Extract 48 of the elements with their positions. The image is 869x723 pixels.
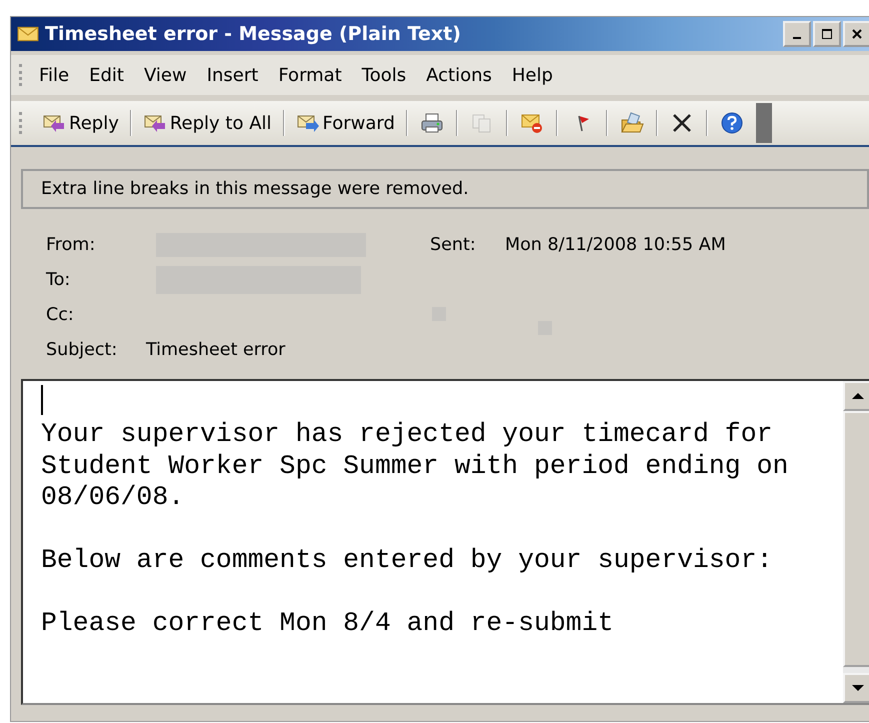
maximize-button[interactable] bbox=[813, 21, 841, 47]
sent-date: Mon 8/11/2008 10:55 AM bbox=[505, 234, 726, 254]
reply-button[interactable]: Reply bbox=[39, 112, 122, 134]
message-body[interactable]: Your supervisor has rejected your timecard for Student Worker Spc Summer with period ending on 08/06/08. Below are comments entered by your supervisor: Please correct Mon 8/4 and re-submit bbox=[21, 379, 869, 705]
grip-handle[interactable] bbox=[19, 112, 25, 134]
info-bar-text: Extra line breaks in this message were removed. bbox=[41, 179, 469, 199]
menu-item[interactable]: Tools bbox=[358, 64, 422, 86]
close-icon bbox=[850, 27, 864, 41]
envelope-arrow-left-icon bbox=[142, 113, 167, 133]
menu-item[interactable]: View bbox=[140, 64, 203, 86]
help-icon bbox=[720, 112, 744, 134]
menu-item[interactable]: Help bbox=[508, 64, 569, 86]
menu-item[interactable]: File bbox=[35, 64, 86, 86]
body-text-line: Student Worker Spc Summer with period ending on bbox=[41, 450, 790, 482]
body-text-line: 08/06/08. bbox=[41, 482, 186, 514]
minimize-button[interactable] bbox=[783, 21, 811, 47]
to-label: To: bbox=[46, 270, 72, 290]
envelope-arrow-left-icon bbox=[42, 113, 66, 133]
scroll-thumb[interactable] bbox=[843, 411, 869, 667]
close-button[interactable] bbox=[843, 21, 869, 47]
envelope-minus-icon bbox=[520, 112, 544, 134]
body-text-line: Your supervisor has rejected your timecard for bbox=[41, 419, 774, 450]
grip-handle[interactable] bbox=[19, 64, 25, 86]
minimize-icon bbox=[793, 37, 801, 39]
menu-item[interactable]: Insert bbox=[202, 64, 274, 86]
envelope-arrow-right-icon bbox=[296, 113, 320, 133]
cc-label: Cc: bbox=[46, 304, 75, 324]
up-arrow-icon bbox=[851, 392, 865, 400]
scroll-down-button[interactable] bbox=[843, 673, 869, 703]
body-text-line: Please correct Mon 8/4 and re-submit bbox=[41, 608, 614, 640]
printer-icon bbox=[420, 112, 444, 134]
scroll-up-button[interactable] bbox=[843, 381, 869, 411]
menu-item[interactable]: Edit bbox=[85, 64, 140, 86]
text-cursor bbox=[41, 385, 43, 415]
maximize-icon bbox=[820, 27, 834, 41]
envelope-icon bbox=[17, 25, 39, 43]
menu-item[interactable]: Actions bbox=[422, 64, 508, 86]
from-label: From: bbox=[46, 234, 96, 254]
down-arrow-icon bbox=[851, 684, 865, 692]
reply-all-button[interactable]: Reply to All bbox=[140, 112, 275, 134]
sent-label: Sent: bbox=[430, 234, 477, 254]
folder-icon bbox=[620, 112, 644, 134]
subject-label: Subject: bbox=[46, 340, 118, 360]
forward-button[interactable]: Forward bbox=[292, 112, 398, 134]
body-text-line: Below are comments entered by your supervisor: bbox=[41, 545, 774, 576]
subject-text: Timesheet error bbox=[146, 340, 286, 360]
menu-item[interactable]: Format bbox=[274, 64, 358, 86]
window-title: Timesheet error - Message (Plain Text) bbox=[45, 23, 461, 45]
